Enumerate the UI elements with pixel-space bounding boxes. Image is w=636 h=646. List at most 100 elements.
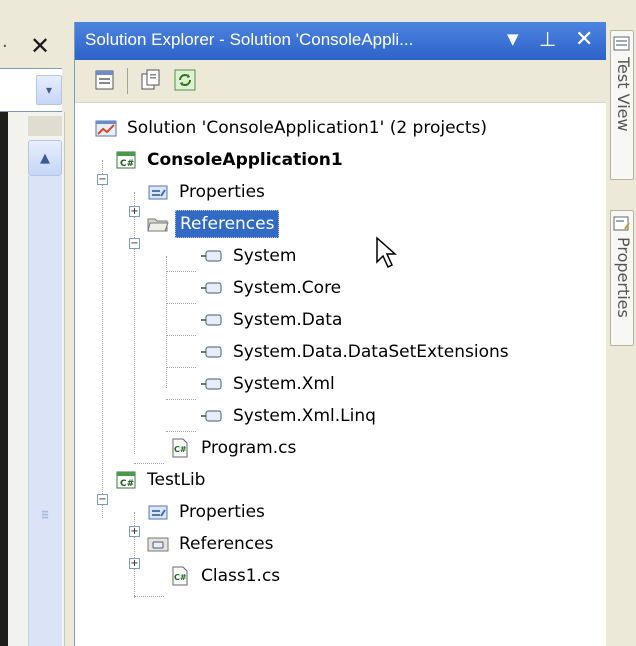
tree-line	[134, 192, 135, 454]
solution-explorer-toolbar	[75, 60, 607, 103]
window-position-dropdown-icon[interactable]: ▼	[507, 30, 519, 48]
show-all-files-icon	[141, 69, 160, 90]
svg-text:C#: C#	[120, 159, 134, 169]
mouse-cursor-icon	[376, 236, 397, 269]
open-folder-icon	[147, 218, 169, 232]
file-label: Program.cs	[201, 438, 297, 458]
close-icon[interactable]: ✕	[575, 27, 593, 52]
tree-line	[102, 160, 103, 518]
reference-icon	[201, 346, 222, 358]
csharp-project-icon: C#	[116, 471, 136, 489]
reference-label: System.Data	[233, 310, 343, 330]
references-label: References	[179, 534, 274, 554]
tree-item-reference-system-xml[interactable]: System.Xml	[201, 368, 339, 400]
toolbar-separator	[127, 68, 128, 94]
tree-line	[166, 399, 196, 400]
left-pane-close-icon[interactable]: ✕	[30, 32, 50, 60]
references-label: References	[175, 210, 280, 238]
tree-line	[166, 303, 196, 304]
tree-item-references[interactable]: References	[147, 528, 277, 560]
tab-label: Test View	[614, 57, 633, 132]
project-label: ConsoleApplication1	[147, 150, 343, 170]
left-pane-combo[interactable]: ▾	[0, 68, 62, 112]
tree-line	[166, 335, 196, 336]
tree-line	[134, 512, 135, 598]
tree-item-project-consoleapplication1[interactable]: C# ConsoleApplication1	[115, 144, 347, 176]
left-pane-header: · ✕	[0, 22, 66, 60]
svg-text:C#: C#	[120, 479, 134, 489]
tree-item-program-cs[interactable]: C# Program.cs	[169, 432, 300, 464]
panel-title: Solution Explorer - Solution 'ConsoleApp…	[85, 30, 414, 49]
reference-label: System.Xml	[233, 374, 335, 394]
tree-line	[166, 256, 167, 388]
show-all-files-button[interactable]	[139, 68, 163, 92]
refresh-button[interactable]	[173, 68, 197, 92]
left-pane-scrollbar[interactable]: ▲ ━ ━ ━	[8, 112, 65, 646]
collapse-toggle[interactable]: −	[129, 238, 140, 249]
tab-test-view[interactable]: Test View	[610, 30, 634, 180]
tree-item-properties[interactable]: Properties	[147, 176, 269, 208]
tree-item-solution[interactable]: Solution 'ConsoleApplication1' (2 projec…	[95, 112, 491, 144]
svg-text:C#: C#	[174, 445, 187, 454]
tree-item-references[interactable]: References	[147, 208, 280, 240]
chevron-up-icon: ▲	[40, 150, 50, 166]
expand-toggle[interactable]: +	[129, 526, 140, 537]
reference-label: System.Data.DataSetExtensions	[233, 342, 509, 362]
csharp-project-icon: C#	[116, 151, 136, 169]
svg-text:C#: C#	[174, 573, 187, 582]
reference-icon	[201, 282, 222, 294]
solution-tree: − + − − + + Solution 'ConsoleApplication…	[75, 104, 607, 646]
reference-icon	[201, 378, 222, 390]
tab-label: Properties	[614, 237, 633, 318]
tree-item-reference-system-data-datasetextensions[interactable]: System.Data.DataSetExtensions	[201, 336, 513, 368]
tree-item-reference-system-data[interactable]: System.Data	[201, 304, 346, 336]
properties-button[interactable]	[93, 68, 117, 92]
solution-explorer-title-bar[interactable]: Solution Explorer - Solution 'ConsoleApp…	[75, 22, 607, 60]
test-view-icon	[613, 36, 630, 51]
expand-toggle[interactable]: +	[129, 558, 140, 569]
left-docked-pane: · ✕ ▾ ▲ ━ ━ ━	[0, 0, 72, 646]
tree-item-project-testlib[interactable]: C# TestLib	[115, 464, 209, 496]
collapse-toggle[interactable]: −	[97, 174, 108, 185]
left-pane-editor-edge	[0, 112, 8, 646]
left-pane-dropdown-icon[interactable]: ·	[2, 36, 8, 57]
reference-icon	[201, 250, 222, 262]
auto-hide-pin-icon[interactable]: ⊥	[539, 27, 556, 51]
tree-line	[166, 271, 196, 272]
tab-properties[interactable]: Properties	[610, 210, 634, 346]
tree-item-class1-cs[interactable]: C# Class1.cs	[169, 560, 284, 592]
tree-line	[134, 596, 164, 597]
refresh-icon	[174, 69, 196, 91]
properties-label: Properties	[179, 182, 265, 202]
combo-dropdown-button[interactable]: ▾	[36, 75, 62, 105]
reference-label: System.Core	[233, 278, 342, 298]
reference-label: System	[233, 246, 297, 266]
scrollbar-thumb[interactable]: ━ ━ ━	[28, 176, 62, 646]
csharp-file-icon: C#	[172, 438, 188, 458]
expand-toggle[interactable]: +	[129, 206, 140, 217]
scrollbar-grip-icon: ━ ━ ━	[41, 507, 49, 524]
project-label: TestLib	[147, 470, 206, 490]
reference-icon	[201, 314, 222, 326]
reference-label: System.Xml.Linq	[233, 406, 376, 426]
properties-icon	[95, 70, 114, 90]
file-label: Class1.cs	[201, 566, 281, 586]
scrollbar-top-gap	[28, 116, 62, 136]
tree-item-reference-system[interactable]: System	[201, 240, 300, 272]
tree-item-properties[interactable]: Properties	[147, 496, 269, 528]
scroll-up-button[interactable]: ▲	[28, 140, 62, 176]
properties-label: Properties	[179, 502, 265, 522]
right-dock-strip: Test View Properties	[606, 22, 636, 646]
csharp-file-icon: C#	[172, 566, 188, 586]
chevron-down-icon: ▾	[45, 83, 53, 97]
properties-window-icon	[613, 216, 630, 231]
tree-line	[166, 367, 196, 368]
tree-item-reference-system-core[interactable]: System.Core	[201, 272, 345, 304]
solution-icon	[95, 120, 117, 137]
solution-label: Solution 'ConsoleApplication1' (2 projec…	[127, 118, 488, 138]
collapse-toggle[interactable]: −	[97, 494, 108, 505]
references-folder-icon	[147, 537, 169, 552]
tree-item-reference-system-xml-linq[interactable]: System.Xml.Linq	[201, 400, 380, 432]
properties-folder-icon	[148, 505, 168, 520]
properties-folder-icon	[148, 185, 168, 200]
